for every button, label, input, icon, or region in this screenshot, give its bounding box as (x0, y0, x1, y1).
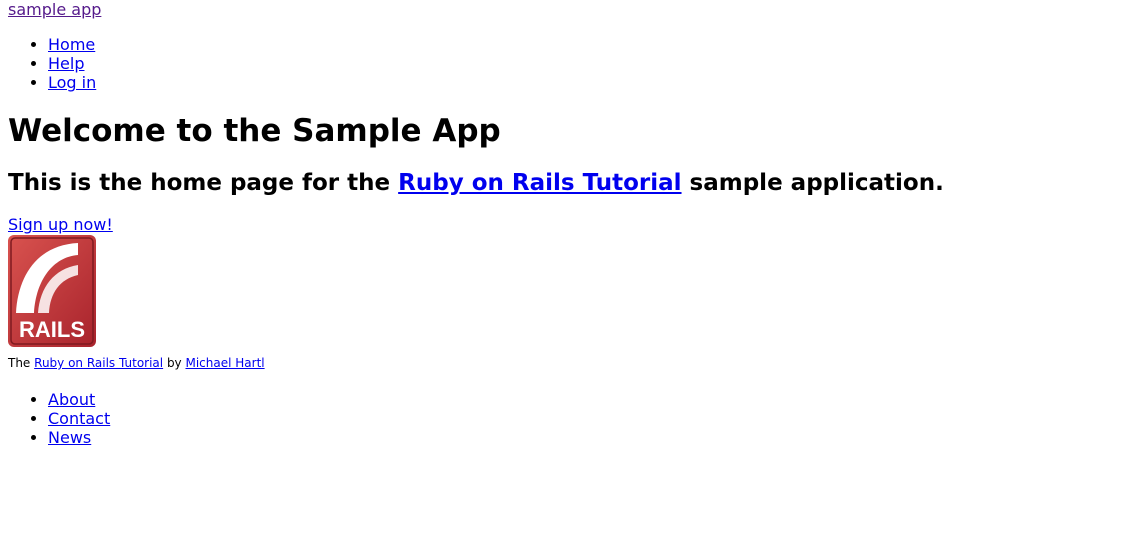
footer-author-link[interactable]: Michael Hartl (185, 356, 264, 370)
rails-logo-text: RAILS (19, 317, 85, 342)
signup-button[interactable]: Sign up now! (8, 215, 1125, 234)
footer-item-about: About (48, 390, 1125, 409)
site-footer: The Ruby on Rails Tutorial by Michael Ha… (8, 356, 1125, 447)
footer-item-contact: Contact (48, 409, 1125, 428)
logo-link[interactable]: sample app (8, 0, 1125, 19)
nav-link-home[interactable]: Home (48, 35, 95, 54)
footer-link-news[interactable]: News (48, 428, 91, 447)
footer-item-news: News (48, 428, 1125, 447)
footer-credit: The Ruby on Rails Tutorial by Michael Ha… (8, 356, 1125, 370)
rails-logo-icon: RAILS (8, 235, 96, 347)
nav-item-help: Help (48, 54, 1125, 73)
footer-tutorial-link[interactable]: Ruby on Rails Tutorial (34, 356, 163, 370)
nav-item-login: Log in (48, 73, 1125, 92)
site-header: sample app Home Help Log in (8, 0, 1125, 92)
credit-by: by (163, 356, 186, 370)
nav-link-help[interactable]: Help (48, 54, 84, 73)
footer-nav: About Contact News (8, 390, 1125, 447)
page-subtitle: This is the home page for the Ruby on Ra… (8, 169, 1125, 197)
nav-link-login[interactable]: Log in (48, 73, 96, 92)
nav-item-home: Home (48, 35, 1125, 54)
header-nav: Home Help Log in (8, 35, 1125, 92)
page: sample app Home Help Log in Welcome to t… (0, 0, 1133, 447)
subtitle-prefix: This is the home page for the (8, 170, 399, 196)
rails-logo-link[interactable]: RAILS (8, 234, 96, 347)
tutorial-link[interactable]: Ruby on Rails Tutorial (398, 170, 681, 196)
credit-prefix: The (8, 356, 35, 370)
footer-link-about[interactable]: About (48, 390, 95, 409)
page-title: Welcome to the Sample App (8, 113, 501, 149)
main-content: Welcome to the Sample App This is the ho… (8, 113, 1125, 351)
footer-link-contact[interactable]: Contact (48, 409, 110, 428)
subtitle-suffix: sample application. (681, 170, 944, 196)
